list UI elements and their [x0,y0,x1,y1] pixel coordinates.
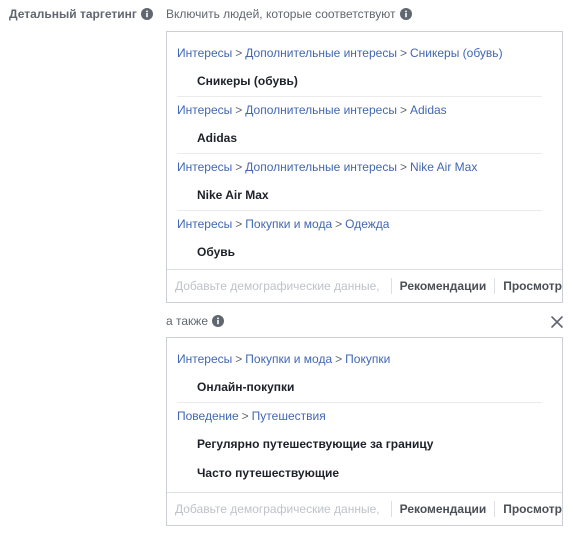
breadcrumb-link[interactable]: Покупки и мода [245,352,332,366]
breadcrumb-separator: > [335,217,343,231]
footer-divider [494,278,496,294]
demographics-search-input[interactable] [167,279,383,293]
include-footer: Рекомендации Просмотр [167,269,562,302]
also-label-text: а также [166,314,208,328]
breadcrumb-separator: > [335,352,343,366]
breadcrumb: Интересы > Дополнительные интересы > Adidas [177,96,542,124]
footer-divider [390,501,392,517]
breadcrumb-link[interactable]: Сникеры (обувь) [410,46,503,60]
detailed-targeting-label: Детальный таргетинг [9,7,153,21]
breadcrumb: Поведение > Путешествия [177,402,542,430]
breadcrumb-link[interactable]: Интересы [177,103,232,117]
include-label: Включить людей, которые соответствуют [166,7,412,21]
breadcrumb-separator: > [399,103,407,117]
breadcrumb-link[interactable]: Интересы [177,217,232,231]
targeting-item[interactable]: Adidas [177,124,552,153]
targeting-item[interactable]: Nike Air Max [177,181,552,210]
info-icon[interactable] [140,8,153,20]
breadcrumb-link[interactable]: Adidas [410,103,447,117]
breadcrumb: Интересы > Покупки и мода > Покупки [177,346,552,373]
targeting-item[interactable]: Обувь [177,238,552,267]
breadcrumb-separator: > [399,46,407,60]
breadcrumb-link[interactable]: Покупки [345,352,390,366]
info-icon[interactable] [399,8,412,20]
breadcrumb-link[interactable]: Дополнительные интересы [245,103,397,117]
include-label-text: Включить людей, которые соответствуют [166,7,396,21]
breadcrumb-separator: > [241,409,249,423]
breadcrumb-link[interactable]: Покупки и мода [245,217,332,231]
breadcrumb-link[interactable]: Поведение [177,409,239,423]
footer-divider [494,501,496,517]
breadcrumb-link[interactable]: Дополнительные интересы [245,160,397,174]
info-icon[interactable] [212,315,224,327]
also-groups: Интересы > Покупки и мода > Покупки Онлайн-по… [167,338,562,488]
breadcrumb-separator: > [235,217,243,231]
footer-divider [390,278,392,294]
breadcrumb-separator: > [235,103,243,117]
include-targeting-box: Интересы > Дополнительные интересы > Сникеры… [166,31,563,303]
breadcrumb: Интересы > Дополнительные интересы > Nike Ai… [177,153,542,181]
recommendations-button[interactable]: Рекомендации [400,279,487,293]
include-groups: Интересы > Дополнительные интересы > Сникеры… [167,32,562,267]
breadcrumb-separator: > [235,352,243,366]
breadcrumb-link[interactable]: Одежда [345,217,389,231]
targeting-item[interactable]: Сникеры (обувь) [177,67,552,96]
demographics-search-input[interactable] [167,502,383,516]
breadcrumb-separator: > [399,160,407,174]
breadcrumb-separator: > [235,160,243,174]
breadcrumb: Интересы > Покупки и мода > Одежда [177,210,542,238]
breadcrumb-separator: > [235,46,243,60]
close-icon[interactable] [550,315,564,329]
breadcrumb-link[interactable]: Путешествия [252,409,326,423]
targeting-item[interactable]: Регулярно путешествующие за границу [177,430,552,459]
also-footer: Рекомендации Просмотр [167,492,562,525]
targeting-item[interactable]: Онлайн-покупки [177,373,552,402]
browse-button[interactable]: Просмотр [503,279,562,293]
breadcrumb-link[interactable]: Интересы [177,352,232,366]
breadcrumb-link[interactable]: Nike Air Max [410,160,477,174]
breadcrumb-link[interactable]: Интересы [177,160,232,174]
breadcrumb-link[interactable]: Дополнительные интересы [245,46,397,60]
browse-button[interactable]: Просмотр [503,502,562,516]
breadcrumb-link[interactable]: Интересы [177,46,232,60]
detailed-targeting-text: Детальный таргетинг [9,7,137,21]
targeting-item[interactable]: Часто путешествующие [177,459,552,488]
also-label: а также [166,314,224,328]
breadcrumb: Интересы > Дополнительные интересы > Сникеры… [177,40,552,67]
recommendations-button[interactable]: Рекомендации [400,502,487,516]
also-targeting-box: Интересы > Покупки и мода > Покупки Онлайн-по… [166,337,563,526]
